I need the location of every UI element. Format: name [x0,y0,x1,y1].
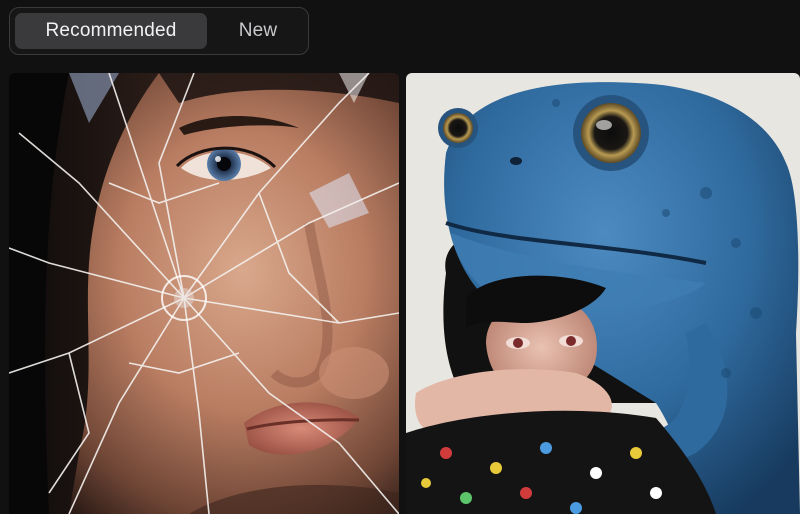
feed-image-card[interactable] [9,73,399,514]
tab-new[interactable]: New [213,13,303,49]
feed-tab-switcher: Recommended New [9,7,309,55]
broken-glass-portrait-image [9,73,399,514]
blue-frog-girl-image [406,73,800,514]
tab-recommended[interactable]: Recommended [15,13,207,49]
feed-image-card[interactable] [406,73,800,514]
image-feed-grid [9,73,800,514]
